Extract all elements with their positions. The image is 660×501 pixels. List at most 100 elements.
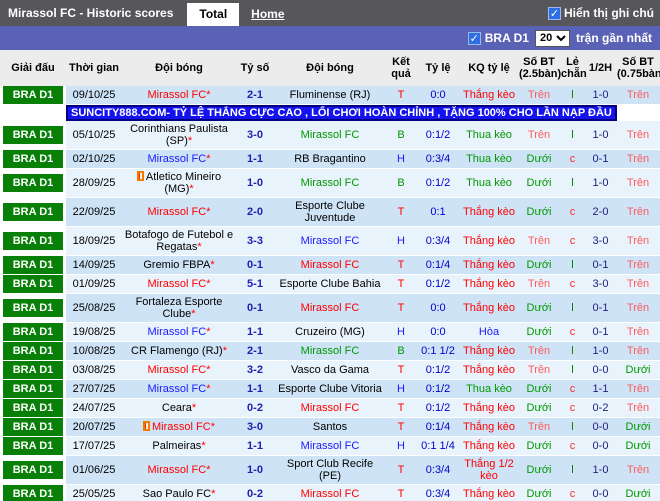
- match-row: BRA D1 18/09/25 Botafogo de Futebol e Re…: [0, 226, 660, 256]
- away-team-name: Mirassol FC: [300, 235, 360, 247]
- league-badge: BRA D1: [3, 256, 63, 274]
- home-team-name: Botafogo de Futebol e Regatas: [124, 229, 234, 253]
- tab-home[interactable]: Home: [239, 3, 296, 26]
- league-filter-checkbox[interactable]: ✓ BRA D1: [467, 31, 529, 45]
- half-time-score: 1-0: [585, 455, 616, 485]
- home-team-name: Mirassol FC: [147, 206, 207, 218]
- home-team: Mirassol FC*: [122, 417, 236, 437]
- col-header-half-score: 1/2H: [585, 50, 616, 86]
- away-team: Esporte Clube Bahia: [274, 274, 386, 294]
- result-letter: H: [386, 379, 416, 399]
- away-team: Mirassol FC: [274, 255, 386, 275]
- away-team-name: Mirassol FC: [300, 402, 360, 414]
- handicap-odds: 0:3/4: [416, 226, 460, 256]
- match-date: 22/09/25: [66, 197, 122, 227]
- show-notes-checkbox[interactable]: ✓ Hiển thị ghi chú: [548, 6, 654, 20]
- league-badge: BRA D1: [3, 275, 63, 293]
- match-date: 09/10/25: [66, 86, 122, 105]
- away-team: Esporte Clube Vitoria: [274, 379, 386, 399]
- match-row: BRA D1 02/10/25 Mirassol FC* 1-1 RB Brag…: [0, 149, 660, 169]
- home-team-star: *: [191, 402, 197, 414]
- full-time-score: 2-1: [236, 341, 274, 361]
- half-time-score: 0-1: [585, 293, 616, 323]
- home-team: Mirassol FC*: [122, 379, 236, 399]
- handicap-odds: 0:1 1/2: [416, 341, 460, 361]
- odd-even: l: [560, 121, 585, 150]
- handicap-odds: 0:0: [416, 293, 460, 323]
- home-team-name: CR Flamengo (RJ): [131, 345, 223, 357]
- col-header-league: Giải đấu: [0, 50, 66, 86]
- over-under-2-5: Dưới: [518, 149, 560, 169]
- handicap-odds: 0:1/2: [416, 398, 460, 418]
- match-date: 20/07/25: [66, 417, 122, 437]
- tab-total[interactable]: Total: [187, 3, 240, 26]
- home-team-name: Mirassol FC: [147, 383, 207, 395]
- league-badge: BRA D1: [3, 437, 63, 455]
- col-header-home-team: Đội bóng: [122, 50, 236, 86]
- home-team-name: Mirassol FC: [147, 364, 207, 376]
- over-under-2-5: Dưới: [518, 436, 560, 456]
- home-team-name: Fortaleza Esporte Clube: [135, 296, 223, 320]
- league-badge: BRA D1: [3, 485, 63, 501]
- handicap-odds: 0:1 1/4: [416, 436, 460, 456]
- half-time-score: 2-0: [585, 197, 616, 227]
- home-team: Botafogo de Futebol e Regatas*: [122, 226, 236, 256]
- half-time-score: 0-0: [585, 417, 616, 437]
- away-team: Mirassol FC: [274, 341, 386, 361]
- odd-even: l: [560, 255, 585, 275]
- home-team-name: Mirassol FC: [147, 89, 207, 101]
- handicap-odds: 0:1/2: [416, 360, 460, 380]
- match-date: 05/10/25: [66, 121, 122, 150]
- over-under-2-5: Trên: [518, 341, 560, 361]
- home-team-star: *: [210, 421, 215, 433]
- match-row: BRA D1 28/09/25 Atletico Mineiro (MG)* 1…: [0, 168, 660, 198]
- away-team-name: Esporte Clube Vitoria: [278, 383, 382, 395]
- away-team-name: Esporte Clube Bahia: [279, 278, 381, 290]
- away-team: Mirassol FC: [274, 484, 386, 501]
- recent-matches-suffix: trận gần nhất: [575, 31, 652, 45]
- over-under-2-5: Trên: [518, 121, 560, 150]
- show-notes-label: Hiển thị ghi chú: [564, 6, 654, 20]
- home-team: Ceara*: [122, 398, 236, 418]
- league-badge: BRA D1: [3, 399, 63, 417]
- odds-result: Thắng kèo: [460, 226, 518, 256]
- over-under-0-75: Trên: [616, 322, 660, 342]
- result-letter: T: [386, 255, 416, 275]
- odd-even: c: [560, 379, 585, 399]
- title-bar: Mirassol FC - Historic scores Total Home…: [0, 0, 660, 26]
- handicap-odds: 0:0: [416, 86, 460, 105]
- over-under-0-75: Trên: [616, 226, 660, 256]
- half-time-score: 0-1: [585, 149, 616, 169]
- result-letter: B: [386, 121, 416, 150]
- handicap-odds: 0:1/2: [416, 168, 460, 198]
- over-under-0-75: Trên: [616, 398, 660, 418]
- result-letter: B: [386, 168, 416, 198]
- away-team: RB Bragantino: [274, 149, 386, 169]
- card-icon: [136, 171, 144, 181]
- half-time-score: 0-1: [585, 322, 616, 342]
- over-under-0-75: Trên: [616, 149, 660, 169]
- checkbox-check-icon: ✓: [467, 31, 481, 45]
- away-team-name: Santos: [312, 421, 348, 433]
- recent-matches-select[interactable]: 20: [534, 29, 570, 47]
- full-time-score: 3-3: [236, 226, 274, 256]
- match-date: 25/05/25: [66, 484, 122, 501]
- match-date: 14/09/25: [66, 255, 122, 275]
- league-badge: BRA D1: [3, 418, 63, 436]
- result-letter: H: [386, 149, 416, 169]
- away-team-name: RB Bragantino: [294, 153, 366, 165]
- half-time-score: 1-1: [585, 379, 616, 399]
- away-team: Mirassol FC: [274, 398, 386, 418]
- away-team: Mirassol FC: [274, 168, 386, 198]
- odd-even: c: [560, 197, 585, 227]
- odd-even: l: [560, 341, 585, 361]
- historic-scores-panel: Mirassol FC - Historic scores Total Home…: [0, 0, 660, 501]
- over-under-2-5: Dưới: [518, 484, 560, 501]
- away-team: Santos: [274, 417, 386, 437]
- home-team: Mirassol FC*: [122, 455, 236, 485]
- home-team-star: *: [206, 278, 211, 290]
- half-time-score: 1-0: [585, 341, 616, 361]
- home-team: Mirassol FC*: [122, 360, 236, 380]
- ad-banner-link[interactable]: SUNCITY888.COM- TỶ LỆ THẮNG CỰC CAO , LỐ…: [66, 105, 617, 121]
- league-badge: BRA D1: [3, 174, 63, 192]
